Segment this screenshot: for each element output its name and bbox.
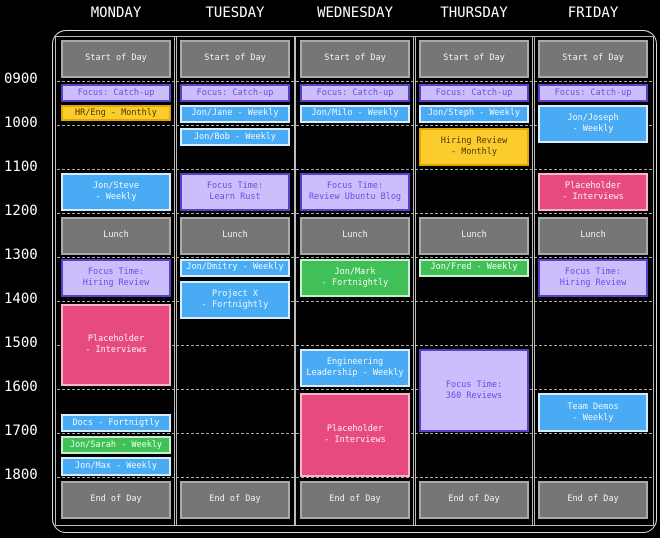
calendar-event[interactable]: Jon/Steve - Weekly xyxy=(61,172,171,211)
calendar-event[interactable]: Docs - Fortnigtly xyxy=(61,414,171,433)
calendar-event[interactable]: Focus: Catch-up xyxy=(300,84,410,103)
hour-label: 1500 xyxy=(4,335,38,351)
calendar-event[interactable]: Focus: Catch-up xyxy=(180,84,290,103)
calendar-event[interactable]: Focus Time: Hiring Review xyxy=(61,259,171,298)
calendar-event[interactable]: Focus Time: 360 Reviews xyxy=(419,348,529,433)
hour-label: 1100 xyxy=(4,159,38,175)
calendar-event[interactable]: Jon/Steph - Weekly xyxy=(419,105,529,123)
calendar-event[interactable]: Team Demos - Weekly xyxy=(538,392,648,433)
hour-label: 1400 xyxy=(4,291,38,307)
calendar-event[interactable]: Placeholder - Interviews xyxy=(538,172,648,211)
hour-label: 1200 xyxy=(4,203,38,219)
calendar-event[interactable]: Lunch xyxy=(180,216,290,255)
calendar-event[interactable]: Jon/Jane - Weekly xyxy=(180,105,290,123)
calendar-event[interactable]: Jon/Max - Weekly xyxy=(61,457,171,477)
calendar-event[interactable]: Start of Day xyxy=(180,40,290,78)
calendar-event[interactable]: Focus: Catch-up xyxy=(538,84,648,103)
calendar-event[interactable]: Jon/Mark - Fortnightly xyxy=(300,259,410,298)
calendar-event[interactable]: Project X - Fortnightly xyxy=(180,281,290,320)
calendar-event[interactable]: Focus Time: Hiring Review xyxy=(538,259,648,298)
hour-label: 1700 xyxy=(4,423,38,439)
calendar-event[interactable]: Focus: Catch-up xyxy=(61,84,171,103)
hour-label: 1000 xyxy=(4,115,38,131)
hour-label: 1300 xyxy=(4,247,38,263)
calendar-event[interactable]: Lunch xyxy=(538,216,648,255)
hour-label: 1800 xyxy=(4,467,38,483)
calendar-event[interactable]: Engineering Leadership - Weekly xyxy=(300,348,410,387)
calendar-event[interactable]: Lunch xyxy=(419,216,529,255)
calendar-event[interactable]: End of Day xyxy=(300,480,410,519)
day-header-tuesday: TUESDAY xyxy=(205,5,265,21)
calendar-event[interactable]: Placeholder - Interviews xyxy=(300,392,410,477)
calendar-event[interactable]: HR/Eng - Monthly xyxy=(61,105,171,122)
calendar-event[interactable]: Jon/Fred - Weekly xyxy=(419,259,529,277)
calendar-event[interactable]: Focus Time: Review Ubuntu Blog xyxy=(300,172,410,211)
day-header-friday: FRIDAY xyxy=(567,5,619,21)
calendar-event[interactable]: Lunch xyxy=(61,216,171,255)
calendar-event[interactable]: Jon/Milo - Weekly xyxy=(300,105,410,123)
hour-label: 1600 xyxy=(4,379,38,395)
calendar-event[interactable]: Jon/Dmitry - Weekly xyxy=(180,259,290,277)
calendar-event[interactable]: Hiring Review - Monthly xyxy=(419,128,529,166)
calendar-event[interactable]: End of Day xyxy=(538,480,648,519)
calendar-event[interactable]: Start of Day xyxy=(300,40,410,78)
calendar-event[interactable]: Start of Day xyxy=(419,40,529,78)
day-header-thursday: THURSDAY xyxy=(440,5,508,21)
calendar-event[interactable]: Focus: Catch-up xyxy=(419,84,529,103)
calendar-event[interactable]: End of Day xyxy=(61,480,171,519)
calendar-event[interactable]: Start of Day xyxy=(61,40,171,78)
hour-label: 0900 xyxy=(4,71,38,87)
calendar-event[interactable]: Lunch xyxy=(300,216,410,255)
day-header-monday: MONDAY xyxy=(90,5,142,21)
calendar-event[interactable]: End of Day xyxy=(419,480,529,519)
calendar-event[interactable]: Placeholder - Interviews xyxy=(61,304,171,386)
calendar-event[interactable]: Jon/Bob - Weekly xyxy=(180,128,290,147)
calendar-event[interactable]: Focus Time: Learn Rust xyxy=(180,172,290,211)
calendar-event[interactable]: Jon/Sarah - Weekly xyxy=(61,436,171,455)
calendar-event[interactable]: Start of Day xyxy=(538,40,648,78)
calendar-event[interactable]: End of Day xyxy=(180,480,290,519)
day-header-wednesday: WEDNESDAY xyxy=(317,5,393,21)
calendar-event[interactable]: Jon/Joseph - Weekly xyxy=(538,105,648,144)
